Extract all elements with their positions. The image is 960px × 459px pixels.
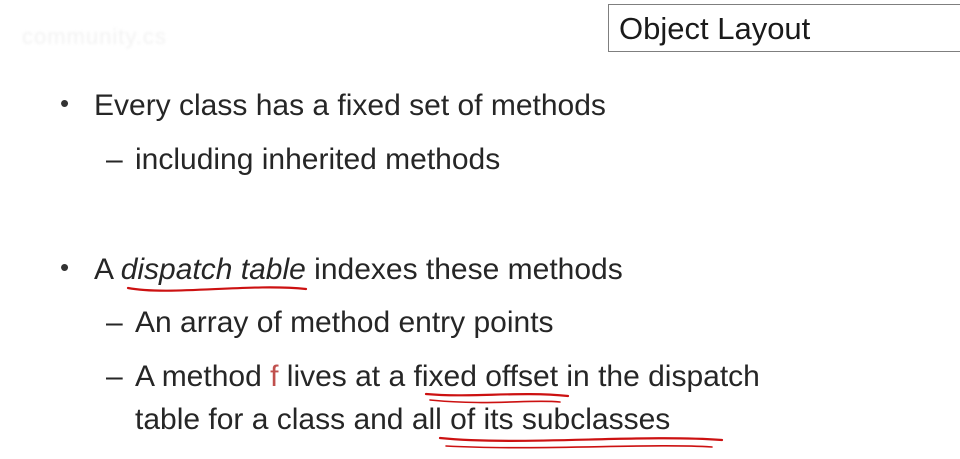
- subclasses-phrase: all of its subclasses: [411, 403, 671, 436]
- underline-subclasses-2: [445, 445, 713, 449]
- dash-marker: –: [106, 306, 123, 339]
- bullet-2-text: A dispatch table indexes these methods: [94, 253, 623, 287]
- bullet-2-sub-2-line-2: table for a class and all of its subclas…: [135, 403, 670, 437]
- sub-2-part-d: in the dispatch: [558, 360, 760, 393]
- dash-marker: –: [106, 360, 123, 393]
- slide-title: Object Layout: [619, 11, 811, 46]
- bullet-2-pre: A: [94, 253, 121, 286]
- bullet-dot: •: [60, 252, 70, 282]
- underline-subclasses: [438, 436, 724, 442]
- slide-title-box: Object Layout: [608, 4, 960, 52]
- sub-2-part-b: lives at: [278, 360, 389, 393]
- underline-dispatch-table: [126, 286, 308, 292]
- watermark-text: community.cs: [22, 24, 167, 49]
- sub-2-part-a: A method: [135, 360, 271, 393]
- bullet-2-post: indexes these methods: [305, 253, 623, 286]
- dash-marker: –: [106, 143, 123, 176]
- underline-fixed-offset: [424, 392, 570, 398]
- bullet-1-text: Every class has a fixed set of methods: [94, 89, 606, 122]
- fixed-offset-phrase: a fixed offset: [388, 360, 559, 393]
- sub-2-part-e: table for a class and: [135, 403, 412, 436]
- bullet-dot: •: [60, 88, 70, 118]
- bullet-1-sub-1: including inherited methods: [135, 143, 501, 176]
- bullet-2-sub-2-line-1: A method f lives at a fixed offset in th…: [135, 360, 760, 394]
- bullet-2-sub-1: An array of method entry points: [135, 306, 554, 339]
- dispatch-table-term: dispatch table: [120, 253, 306, 286]
